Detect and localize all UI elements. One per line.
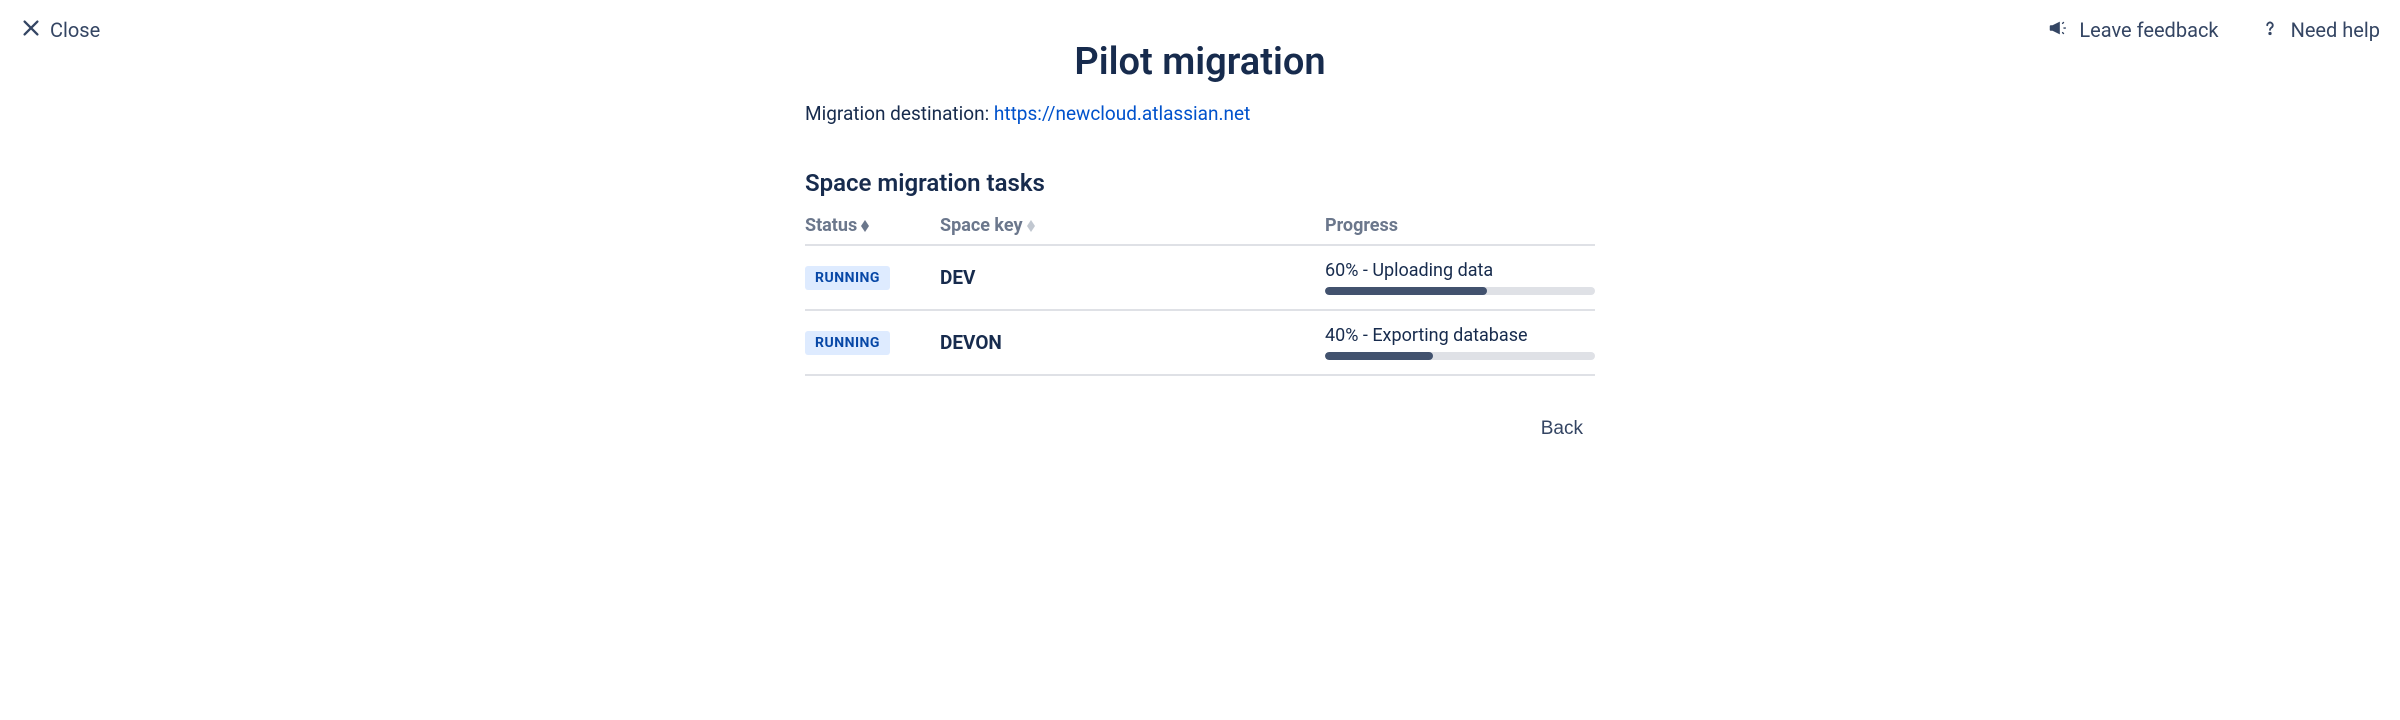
space-key: DEVON	[940, 331, 1002, 354]
content-area: Pilot migration Migration destination: h…	[0, 40, 2400, 446]
destination-link[interactable]: https://newcloud.atlassian.net	[994, 102, 1250, 125]
leave-feedback-label: Leave feedback	[2079, 18, 2218, 42]
table-header: Status Space key Progress	[805, 215, 1595, 246]
footer-actions: Back	[805, 412, 1595, 446]
back-button[interactable]: Back	[1529, 412, 1595, 446]
destination-line: Migration destination: https://newcloud.…	[805, 102, 1595, 125]
page-title: Pilot migration	[1074, 40, 1325, 84]
progress-bar	[1325, 287, 1595, 295]
close-label: Close	[50, 18, 100, 42]
progress-bar	[1325, 352, 1595, 360]
sort-icon	[861, 220, 869, 232]
progress-text: 40% - Exporting database	[1325, 325, 1595, 346]
col-header-progress: Progress	[1325, 215, 1595, 236]
need-help-label: Need help	[2291, 18, 2380, 42]
table-row: RUNNING DEV 60% - Uploading data	[805, 246, 1595, 311]
status-badge: RUNNING	[805, 331, 890, 355]
destination-label: Migration destination:	[805, 102, 994, 125]
col-header-status[interactable]: Status	[805, 215, 940, 236]
space-key: DEV	[940, 266, 975, 289]
sort-icon	[1027, 220, 1035, 232]
status-badge: RUNNING	[805, 266, 890, 290]
tasks-table: Status Space key Progress	[805, 215, 1595, 376]
table-row: RUNNING DEVON 40% - Exporting database	[805, 311, 1595, 376]
section-title: Space migration tasks	[805, 169, 1595, 197]
col-header-space-key[interactable]: Space key	[940, 215, 1325, 236]
progress-text: 60% - Uploading data	[1325, 260, 1595, 281]
